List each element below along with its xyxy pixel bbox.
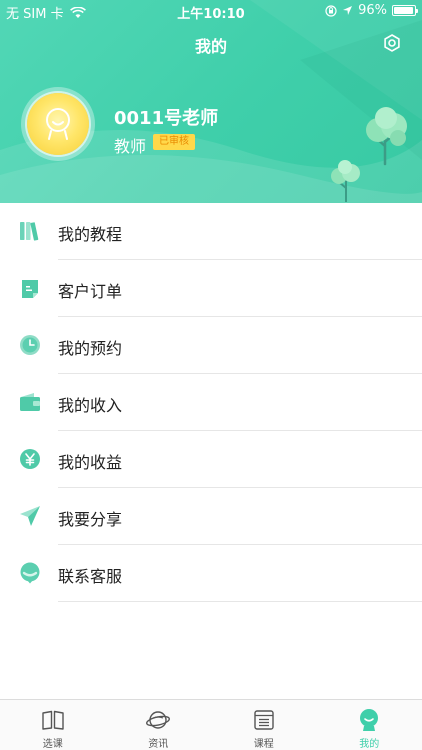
tab-label: 选课: [42, 739, 63, 750]
orientation-lock-icon: [325, 4, 337, 17]
order-icon: [22, 280, 38, 298]
yen-icon: [20, 449, 40, 469]
menu-item-income[interactable]: 我的收入: [0, 374, 422, 431]
status-bar: 无 SIM 卡 上午10:10 96%: [0, 0, 422, 22]
tab-label: 资讯: [148, 739, 169, 750]
profile-header: 无 SIM 卡 上午10:10 96% 我的 0011号老师 教师 已审核: [0, 0, 422, 203]
battery-percent: 96%: [358, 3, 387, 18]
settings-hexagon-icon[interactable]: [382, 33, 402, 53]
user-name: 0011号老师: [114, 108, 219, 129]
menu-item-label: 我的教程: [58, 225, 123, 244]
clock-icon: [20, 335, 40, 355]
battery-icon: [392, 5, 418, 16]
avatar-circle: [27, 93, 89, 155]
tab-courses[interactable]: 课程: [211, 700, 317, 750]
menu-item-label: 客户订单: [58, 282, 123, 301]
menu-item-orders[interactable]: 客户订单: [0, 260, 422, 317]
tab-label: 我的: [359, 739, 380, 750]
menu-item-label: 我要分享: [58, 510, 123, 529]
menu-item-earnings[interactable]: 我的收益: [0, 431, 422, 488]
chat-bubble-icon: [20, 562, 40, 584]
planet-icon: [146, 711, 171, 729]
menu-item-label: 我的预约: [58, 339, 123, 358]
bottom-tab-bar: 选课 资讯 课程 我的: [0, 699, 422, 750]
menu-item-appointments[interactable]: 我的预约: [0, 317, 422, 374]
battery-fill: [394, 7, 414, 14]
user-role: 教师: [114, 137, 147, 156]
verified-badge: 已审核: [153, 134, 195, 150]
menu-item-label: 我的收入: [58, 396, 123, 415]
menu-item-share[interactable]: 我要分享: [0, 488, 422, 545]
menu-list: 我的教程 客户订单 我的预约 我的收入 我的收益 我要分享 联系客服: [0, 203, 422, 602]
wallet-icon: [20, 393, 40, 411]
status-right: 96%: [325, 3, 418, 18]
small-tree-decoration-icon: [331, 160, 360, 202]
tab-label: 课程: [253, 739, 274, 750]
list-icon: [254, 710, 274, 730]
menu-item-label: 我的收益: [58, 453, 123, 472]
menu-item-label: 联系客服: [58, 567, 123, 586]
tab-mine[interactable]: 我的: [317, 700, 422, 750]
paper-plane-icon: [20, 506, 40, 526]
tab-select-course[interactable]: 选课: [0, 700, 106, 750]
page-title: 我的: [194, 37, 227, 56]
book-open-icon: [42, 710, 64, 730]
smiley-avatar-icon: [46, 108, 70, 140]
menu-item-support[interactable]: 联系客服: [0, 545, 422, 602]
location-arrow-icon: [343, 6, 353, 15]
avatar[interactable]: [21, 87, 95, 161]
divider: [58, 601, 422, 602]
books-icon: [20, 222, 39, 241]
face-icon: [360, 709, 379, 731]
tree-decoration-icon: [366, 107, 407, 166]
tab-news[interactable]: 资讯: [106, 700, 212, 750]
menu-item-tutorials[interactable]: 我的教程: [0, 203, 422, 260]
